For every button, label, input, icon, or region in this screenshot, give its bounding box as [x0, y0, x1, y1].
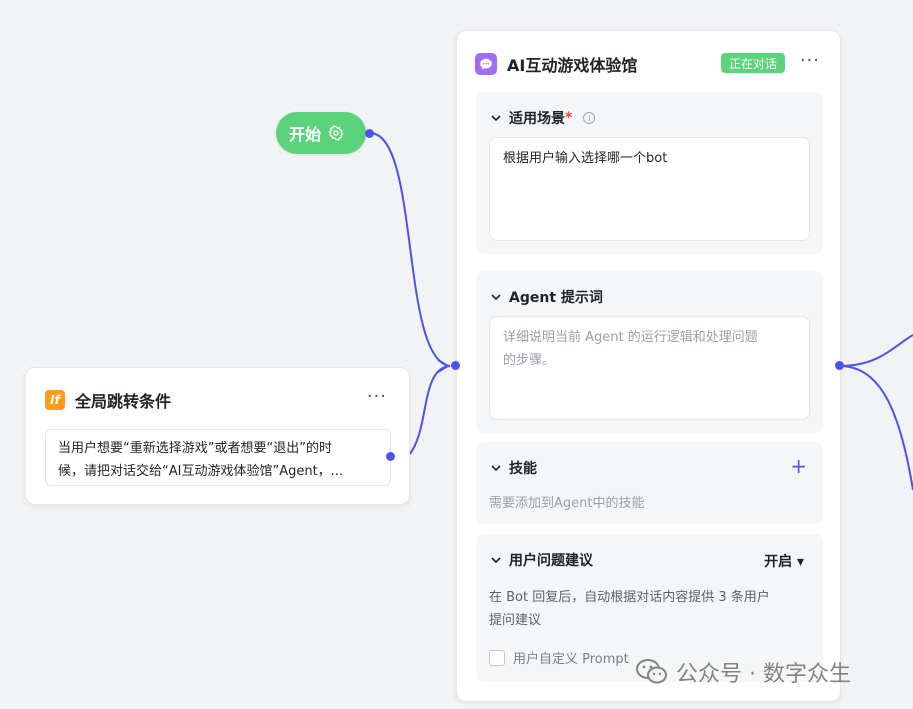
suggest-description: 在 Bot 回复后，自动根据对话内容提供 3 条用户 提问建议 — [489, 586, 814, 632]
condition-text-line1: 当用户想要“重新选择游戏”或者想要“退出”的时 — [58, 441, 332, 456]
if-icon: If — [45, 390, 65, 410]
agent-node[interactable]: AI互动游戏体验馆 正在对话 ··· 适用场景 * i 根据用户输入选择哪一个bo… — [456, 30, 841, 702]
edge-condition-to-agent — [408, 365, 451, 456]
custom-prompt-label: 用户自定义 Prompt — [513, 652, 629, 667]
skills-label: 技能 — [509, 461, 537, 477]
chevron-down-icon[interactable] — [490, 112, 502, 124]
suggest-desc-line2: 提问建议 — [489, 613, 542, 628]
status-badge: 正在对话 — [721, 53, 786, 73]
suggest-desc-line1: 在 Bot 回复后，自动根据对话内容提供 3 条用户 — [489, 590, 770, 605]
scene-header[interactable]: 适用场景 * i — [490, 108, 596, 128]
gear-icon[interactable] — [328, 125, 344, 141]
condition-text[interactable]: 当用户想要“重新选择游戏”或者想要“退出”的时 候，请把对话交给“AI互动游戏体… — [45, 429, 391, 486]
chat-bubble-icon — [475, 53, 497, 75]
chevron-down-icon[interactable] — [490, 291, 502, 303]
global-jump-condition-node[interactable]: If 全局跳转条件 ··· 当用户想要“重新选择游戏”或者想要“退出”的时 候，… — [25, 367, 410, 505]
prompt-label: Agent 提示词 — [509, 290, 603, 306]
prompt-header[interactable]: Agent 提示词 — [490, 287, 603, 307]
scene-section: 适用场景 * i 根据用户输入选择哪一个bot — [476, 92, 823, 254]
skills-section: 技能 + 需要添加到Agent中的技能 — [476, 442, 823, 524]
condition-title: 全局跳转条件 — [75, 392, 172, 411]
required-mark: * — [565, 110, 573, 126]
condition-text-line2: 候，请把对话交给“AI互动游戏体验馆”Agent，... — [58, 464, 344, 479]
skills-hint: 需要添加到Agent中的技能 — [489, 496, 645, 511]
suggest-header[interactable]: 用户问题建议 — [490, 550, 593, 570]
info-icon[interactable]: i — [583, 112, 596, 124]
suggest-label: 用户问题建议 — [509, 553, 593, 569]
prompt-placeholder-line1: 详细说明当前 Agent 的运行逻辑和处理问题 — [503, 330, 758, 345]
start-output-port[interactable] — [365, 129, 374, 138]
agent-input-port[interactable] — [451, 361, 460, 370]
agent-output-port[interactable] — [835, 361, 844, 370]
prompt-input[interactable]: 详细说明当前 Agent 的运行逻辑和处理问题 的步骤。 — [489, 316, 810, 420]
skills-header[interactable]: 技能 — [490, 458, 537, 478]
agent-title: AI互动游戏体验馆 — [507, 56, 638, 75]
start-node[interactable]: 开始 — [276, 112, 366, 154]
edge-agent-out-upper — [839, 334, 913, 367]
arrow-head — [437, 359, 450, 373]
custom-prompt-checkbox[interactable] — [489, 649, 505, 666]
prompt-placeholder-line2: 的步骤。 — [503, 353, 556, 368]
edge-start-to-agent — [369, 132, 451, 367]
start-label: 开始 — [289, 125, 322, 144]
add-skill-button[interactable]: + — [790, 454, 807, 478]
scene-value: 根据用户输入选择哪一个bot — [503, 151, 668, 166]
condition-output-port[interactable] — [386, 452, 395, 461]
watermark-text: 公众号 · 数字众生 — [676, 662, 851, 687]
scene-label: 适用场景 — [509, 111, 565, 127]
more-icon[interactable]: ··· — [800, 50, 820, 71]
edge-agent-out-lower — [839, 365, 913, 491]
chevron-down-icon[interactable] — [490, 554, 502, 566]
watermark: 公众号 · 数字众生 — [636, 656, 851, 688]
wechat-icon — [636, 659, 667, 684]
more-icon[interactable]: ··· — [367, 386, 387, 407]
custom-prompt-row[interactable]: 用户自定义 Prompt — [489, 648, 629, 667]
prompt-section: Agent 提示词 详细说明当前 Agent 的运行逻辑和处理问题 的步骤。 — [476, 271, 823, 433]
suggest-toggle-select[interactable]: 开启 ▾ — [764, 551, 804, 571]
scene-input[interactable]: 根据用户输入选择哪一个bot — [489, 137, 810, 241]
chevron-down-icon[interactable] — [490, 462, 502, 474]
